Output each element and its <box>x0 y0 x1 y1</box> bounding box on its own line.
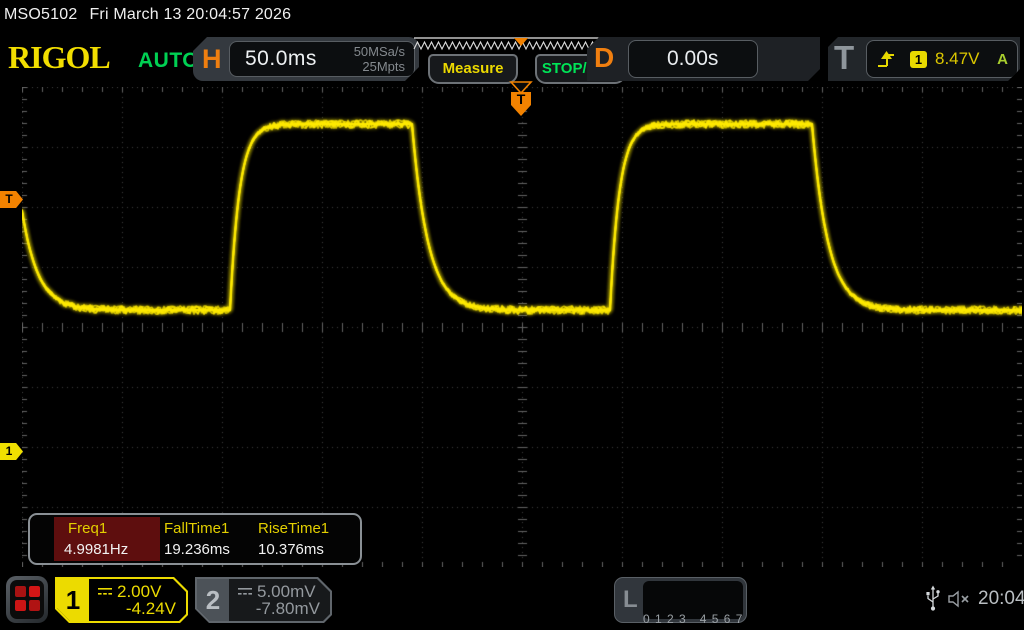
usb-icon <box>925 585 941 613</box>
measurement-label[interactable]: RiseTime1 <box>258 520 329 537</box>
brand-logo: RIGOL <box>8 39 110 76</box>
trigger-status: A <box>997 51 1008 68</box>
quad-grid-icon <box>10 580 44 619</box>
measurement-label[interactable]: Freq1 <box>68 520 107 537</box>
sample-rate: 50MSa/s <box>354 44 405 59</box>
dc-coupling-icon <box>97 586 113 598</box>
trigger-position-marker[interactable]: T <box>507 80 535 118</box>
trigger-label: T <box>834 39 854 77</box>
logic-label: L <box>623 586 638 614</box>
measurement-value: 19.236ms <box>164 541 230 558</box>
measure-button[interactable]: Measure <box>428 54 518 84</box>
waveform-display[interactable] <box>22 87 1022 567</box>
measurement-panel[interactable]: Freq1 4.9981Hz FallTime1 19.236ms RiseTi… <box>28 513 362 565</box>
channel1-position-marker[interactable]: 1 <box>0 443 23 460</box>
channel1-offset: -4.24V <box>126 599 176 619</box>
delay-settings-box[interactable]: D 0.00s <box>587 37 820 81</box>
measurement-label[interactable]: FallTime1 <box>164 520 229 537</box>
trigger-level-marker[interactable]: T <box>0 191 23 208</box>
timebase-valuebox[interactable]: 50.0ms 50MSa/s 25Mpts <box>229 41 415 77</box>
svg-text:T: T <box>517 91 526 107</box>
horizontal-settings-box[interactable]: H 50.0ms 50MSa/s 25Mpts <box>193 37 419 81</box>
channel1-number[interactable]: 1 <box>57 579 89 621</box>
model-name: MSO5102 <box>4 6 77 23</box>
channel2-number[interactable]: 2 <box>197 579 229 621</box>
channel1-status-block[interactable]: 1 2.00V -4.24V <box>55 577 188 623</box>
trigger-settings-box[interactable]: T 1 8.47V A <box>828 37 1020 81</box>
timebase-value: 50.0ms <box>245 47 317 71</box>
measurement-value: 4.9981Hz <box>64 541 128 558</box>
delay-label: D <box>594 42 614 74</box>
acquisition-rates: 50MSa/s 25Mpts <box>354 44 405 74</box>
rising-edge-icon <box>875 49 897 69</box>
delay-value: 0.00s <box>667 47 718 71</box>
trigger-source-badge[interactable]: 1 <box>910 51 927 68</box>
logic-channels-block[interactable]: L 0 1 2 3 4 5 6 7 8 9 1011 12131415 <box>614 577 747 623</box>
trigger-level-value: 8.47V <box>935 49 979 69</box>
titlebar: MSO5102 Fri March 13 20:04:57 2026 <box>4 6 291 24</box>
channel2-offset: -7.80mV <box>256 599 320 619</box>
speaker-muted-icon[interactable] <box>947 590 973 608</box>
datetime: Fri March 13 20:04:57 2026 <box>89 6 291 23</box>
run-mode-badge: AUTO <box>138 49 199 73</box>
logic-row: 0 1 2 3 4 5 6 7 <box>643 612 743 626</box>
horizontal-label: H <box>202 44 222 75</box>
trigger-valuebox[interactable]: 1 8.47V A <box>866 40 1018 78</box>
clock: 20:04 <box>978 588 1024 610</box>
logic-channel-list: 0 1 2 3 4 5 6 7 8 9 1011 12131415 <box>643 581 743 619</box>
delay-valuebox[interactable]: 0.00s <box>628 40 758 78</box>
measurement-value: 10.376ms <box>258 541 324 558</box>
memory-depth: 25Mpts <box>354 59 405 74</box>
channel2-status-block[interactable]: 2 5.00mV -7.80mV <box>195 577 332 623</box>
oscilloscope-screen: MSO5102Fri March 13 20:04:57 2026 RIGOL … <box>0 0 1024 630</box>
dc-coupling-icon <box>237 586 253 598</box>
display-layout-button[interactable] <box>6 576 48 623</box>
